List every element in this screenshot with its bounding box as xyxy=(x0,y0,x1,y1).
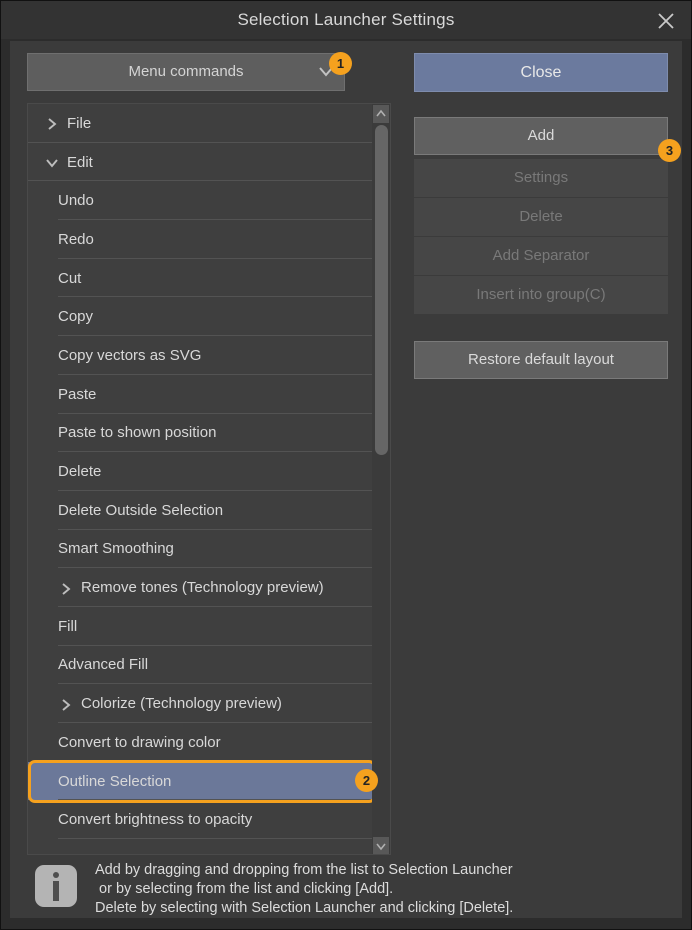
chevron-down-icon[interactable] xyxy=(44,156,60,168)
list-item[interactable]: Delete Outside Selection xyxy=(28,491,374,530)
list-scrollbar[interactable] xyxy=(372,104,390,854)
list-item-label: Paste xyxy=(58,385,97,403)
delete-button: Delete xyxy=(414,198,668,236)
list-item-label: File xyxy=(67,114,92,132)
chevron-right-icon[interactable] xyxy=(58,582,74,595)
list-item-label: Convert to drawing color xyxy=(58,733,221,751)
close-button[interactable]: Close xyxy=(414,53,668,92)
add-button[interactable]: Add xyxy=(414,117,668,155)
list-item[interactable]: Convert to drawing color xyxy=(28,723,374,762)
list-item[interactable]: Paste xyxy=(28,375,374,414)
command-list-items: File Edit Undo Redo Cut Copy Copy vectors as S… xyxy=(28,104,374,840)
badge-3: 3 xyxy=(658,139,681,162)
list-item-label: Copy vectors as SVG xyxy=(58,346,202,364)
list-item-label: Smart Smoothing xyxy=(58,540,174,558)
list-item-label: Delete xyxy=(58,463,102,481)
list-item[interactable]: Delete xyxy=(28,452,374,491)
category-dropdown-value: Menu commands xyxy=(128,63,244,80)
list-item[interactable]: Edit xyxy=(28,143,374,182)
add-separator-button: Add Separator xyxy=(414,237,668,275)
list-item[interactable]: Paste to shown position xyxy=(28,414,374,453)
row-divider xyxy=(58,838,374,840)
insert-into-group-c-button: Insert into group(C) xyxy=(414,276,668,314)
list-item[interactable]: Outline Selection xyxy=(28,761,374,801)
list-item[interactable]: Remove tones (Technology preview) xyxy=(28,568,374,607)
info-bar: Add by dragging and dropping from the li… xyxy=(27,862,667,916)
settings-button: Settings xyxy=(414,159,668,197)
list-item-label: Outline Selection xyxy=(58,772,172,790)
badge-1: 1 xyxy=(329,52,352,75)
badge-2: 2 xyxy=(355,769,378,792)
command-list[interactable]: File Edit Undo Redo Cut Copy Copy vectors as S… xyxy=(27,103,391,855)
list-item[interactable]: Colorize (Technology preview) xyxy=(28,684,374,723)
chevron-down-icon[interactable] xyxy=(373,837,389,854)
list-item[interactable]: Advanced Fill xyxy=(28,646,374,685)
title-bar: Selection Launcher Settings xyxy=(1,1,691,39)
list-item-label: Copy xyxy=(58,308,94,326)
category-dropdown[interactable]: Menu commands xyxy=(27,53,345,91)
chevron-right-icon[interactable] xyxy=(58,698,74,711)
list-item[interactable]: Redo xyxy=(28,220,374,259)
dialog-body: Menu commands Close File Edit Undo Redo Cut C… xyxy=(10,41,682,918)
list-item[interactable]: Undo xyxy=(28,181,374,221)
info-text: Add by dragging and dropping from the li… xyxy=(95,862,514,916)
chevron-up-icon[interactable] xyxy=(373,105,389,123)
list-item-label: Remove tones (Technology preview) xyxy=(81,579,324,597)
list-item-label: Fill xyxy=(58,617,78,635)
list-item-label: Redo xyxy=(58,230,94,248)
list-item[interactable]: Fill xyxy=(28,607,374,646)
list-item-label: Paste to shown position xyxy=(58,424,217,442)
scrollbar-thumb[interactable] xyxy=(375,125,388,455)
restore-default-layout-button[interactable]: Restore default layout xyxy=(414,341,668,379)
list-item-label: Edit xyxy=(67,153,93,171)
chevron-right-icon[interactable] xyxy=(44,117,60,131)
info-icon xyxy=(35,865,77,907)
list-item-label: Delete Outside Selection xyxy=(58,501,224,519)
list-item-label: Convert brightness to opacity xyxy=(58,811,253,829)
settings-dialog: Selection Launcher Settings Menu command… xyxy=(0,0,692,930)
list-item[interactable]: File xyxy=(28,104,374,143)
list-item-label: Cut xyxy=(58,269,82,287)
list-item-label: Undo xyxy=(58,192,94,210)
page-title: Selection Launcher Settings xyxy=(237,10,455,29)
list-item[interactable]: Copy vectors as SVG xyxy=(28,336,374,375)
list-item[interactable]: Copy xyxy=(28,297,374,337)
list-item[interactable]: Smart Smoothing xyxy=(28,530,374,569)
list-item[interactable]: Convert brightness to opacity xyxy=(28,800,374,840)
close-icon[interactable] xyxy=(651,6,681,34)
list-item-label: Advanced Fill xyxy=(58,656,149,674)
list-item[interactable]: Cut xyxy=(28,259,374,298)
list-item-label: Colorize (Technology preview) xyxy=(81,695,282,713)
